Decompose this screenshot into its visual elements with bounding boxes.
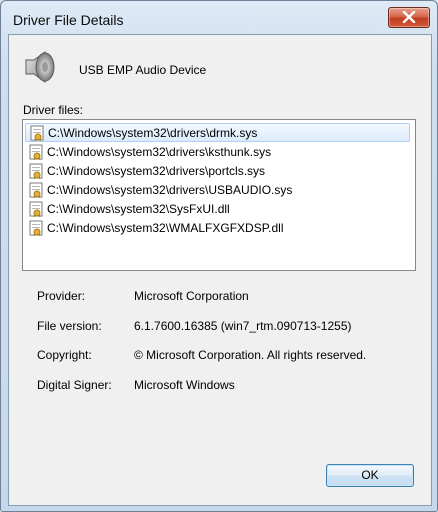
window-title: Driver File Details xyxy=(13,12,124,28)
file-path: C:\Windows\system32\WMALFXGFXDSP.dll xyxy=(47,221,284,235)
signed-file-icon xyxy=(30,125,44,141)
provider-label: Provider: xyxy=(37,289,86,303)
dialog-body: USB EMP Audio Device Driver files: C:\Wi… xyxy=(8,34,432,506)
close-icon xyxy=(402,11,416,23)
signed-file-icon xyxy=(29,163,43,179)
title-bar[interactable]: Driver File Details xyxy=(1,1,437,35)
signed-file-icon xyxy=(29,182,43,198)
file-item[interactable]: C:\Windows\system32\SysFxUI.dll xyxy=(25,200,410,219)
driver-files-label: Driver files: xyxy=(23,103,84,117)
file-path: C:\Windows\system32\drivers\portcls.sys xyxy=(47,164,266,178)
signed-file-icon xyxy=(29,201,43,217)
provider-value: Microsoft Corporation xyxy=(134,289,249,303)
dialog-window: Driver File Details USB EMP Audio Device… xyxy=(0,0,438,512)
device-name: USB EMP Audio Device xyxy=(79,63,207,77)
ok-button[interactable]: OK xyxy=(326,464,414,487)
file-path: C:\Windows\system32\drivers\ksthunk.sys xyxy=(47,145,272,159)
file-path: C:\Windows\system32\drivers\drmk.sys xyxy=(48,126,258,140)
signed-file-icon xyxy=(29,144,43,160)
speaker-icon xyxy=(25,51,55,83)
file-item[interactable]: C:\Windows\system32\drivers\portcls.sys xyxy=(25,162,410,181)
digital-signer-label: Digital Signer: xyxy=(37,378,112,392)
copyright-value: © Microsoft Corporation. All rights rese… xyxy=(134,348,367,362)
digital-signer-value: Microsoft Windows xyxy=(134,378,235,392)
signed-file-icon xyxy=(29,220,43,236)
file-item[interactable]: C:\Windows\system32\drivers\USBAUDIO.sys xyxy=(25,181,410,200)
file-path: C:\Windows\system32\drivers\USBAUDIO.sys xyxy=(47,183,293,197)
close-button[interactable] xyxy=(388,7,430,28)
copyright-label: Copyright: xyxy=(37,348,92,362)
driver-files-list[interactable]: C:\Windows\system32\drivers\drmk.sys C:\… xyxy=(22,119,416,271)
file-item[interactable]: C:\Windows\system32\drivers\ksthunk.sys xyxy=(25,143,410,162)
file-path: C:\Windows\system32\SysFxUI.dll xyxy=(47,202,230,216)
file-version-value: 6.1.7600.16385 (win7_rtm.090713-1255) xyxy=(134,319,352,333)
file-version-label: File version: xyxy=(37,319,102,333)
file-item[interactable]: C:\Windows\system32\WMALFXGFXDSP.dll xyxy=(25,219,410,238)
file-item[interactable]: C:\Windows\system32\drivers\drmk.sys xyxy=(25,123,410,142)
